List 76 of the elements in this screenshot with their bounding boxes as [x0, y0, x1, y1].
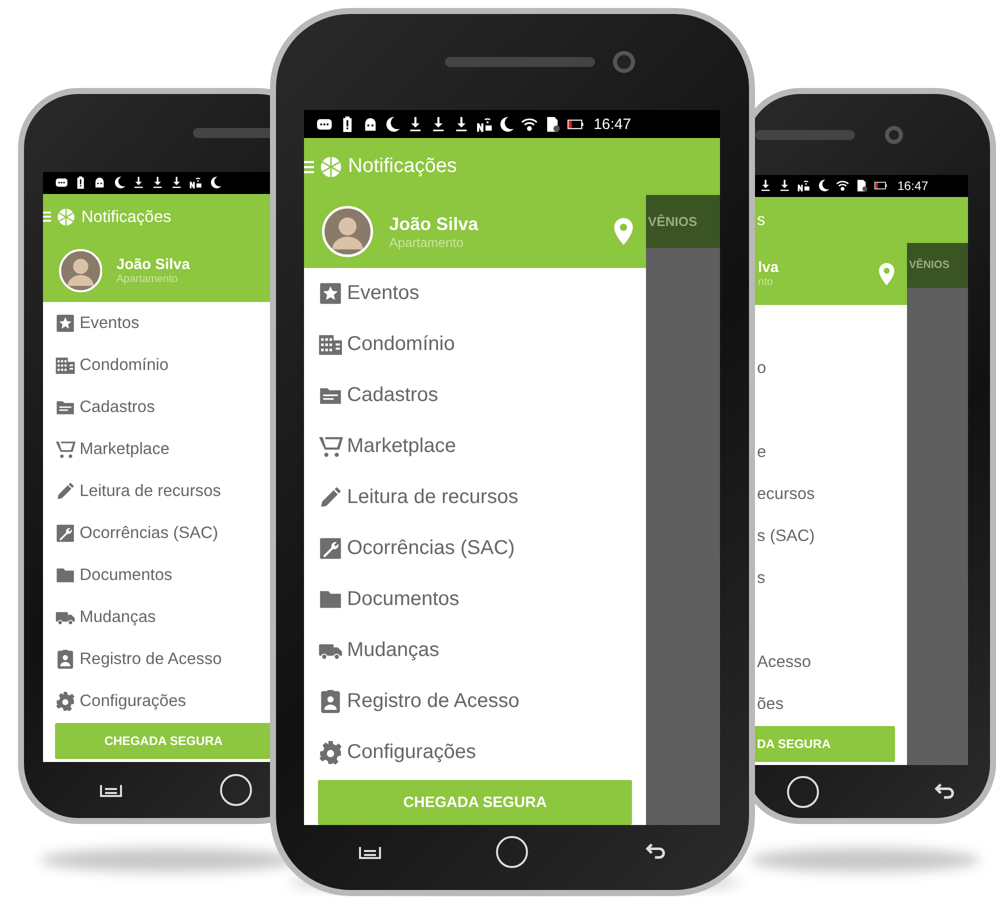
home-icon[interactable] — [785, 774, 821, 810]
menu-item[interactable]: Ocorrências (SAC) — [304, 523, 646, 574]
menu-item[interactable]: Marketplace — [43, 428, 272, 470]
user-name: lva — [758, 260, 780, 276]
id-badge-icon — [318, 689, 343, 714]
pencil-icon — [318, 485, 343, 510]
avatar-icon — [59, 249, 102, 293]
menu-item[interactable]: Configurações — [43, 680, 272, 722]
nfc-icon — [797, 179, 811, 193]
menu-item[interactable]: ecursos — [757, 484, 815, 504]
app-title: s — [757, 210, 766, 230]
menu-item[interactable]: Cadastros — [304, 370, 646, 421]
download-icon — [132, 176, 145, 190]
sd-card-icon — [854, 179, 868, 193]
menu-item[interactable]: Cadastros — [43, 386, 272, 428]
user-unit: Apartamento — [389, 234, 465, 250]
cart-icon — [55, 438, 76, 460]
building-icon — [55, 354, 76, 376]
wrench-icon — [318, 536, 343, 561]
download-icon — [150, 176, 164, 190]
menu-key-icon[interactable] — [99, 782, 123, 798]
user-unit: nto — [758, 276, 774, 288]
menu-item[interactable]: Registro de Acesso — [304, 676, 646, 727]
menu-item[interactable]: Mudanças — [304, 625, 646, 676]
nfc-icon — [476, 116, 492, 132]
camera-lens — [613, 51, 635, 73]
menu-item[interactable]: e — [757, 442, 766, 462]
home-icon[interactable] — [494, 834, 530, 870]
menu-item[interactable]: Eventos — [304, 268, 646, 319]
user-unit: Apartamento — [116, 273, 179, 285]
menu-item[interactable]: Leitura de recursos — [43, 470, 272, 512]
moon-icon — [384, 116, 402, 132]
menu-item[interactable]: Eventos — [43, 302, 272, 344]
menu-item[interactable]: Documentos — [304, 574, 646, 625]
cart-icon — [318, 434, 343, 459]
pencil-icon — [55, 480, 76, 502]
menu-item[interactable]: Acesso — [757, 652, 812, 672]
menu-item[interactable]: o — [757, 358, 766, 378]
user-name: João Silva — [116, 257, 191, 273]
wifi-icon — [836, 179, 849, 193]
building-icon — [318, 332, 343, 357]
status-time: 16:47 — [897, 179, 928, 193]
download-icon — [778, 179, 792, 193]
wifi-icon — [521, 116, 538, 132]
moon-icon — [816, 179, 830, 193]
avatar-icon — [322, 206, 374, 258]
menu-item[interactable]: Registro de Acesso — [43, 638, 272, 680]
gear-icon — [318, 740, 343, 765]
menu-item[interactable]: s (SAC) — [757, 526, 815, 546]
menu-item[interactable]: Documentos — [43, 554, 272, 596]
menu-item[interactable]: Condomínio — [304, 319, 646, 370]
app-title: Notificações — [348, 155, 457, 178]
moon-icon — [112, 176, 126, 190]
wrench-icon — [55, 522, 76, 544]
menu-item[interactable]: Ocorrências (SAC) — [43, 512, 272, 554]
id-badge-icon — [55, 648, 76, 670]
menu-item[interactable]: Mudanças — [43, 596, 272, 638]
menu-item[interactable]: Configurações — [304, 727, 646, 778]
logo-icon — [320, 156, 342, 178]
menu-item[interactable]: Marketplace — [304, 421, 646, 472]
user-name: João Silva — [389, 214, 480, 234]
home-icon[interactable] — [218, 772, 254, 808]
download-icon — [759, 179, 772, 193]
gear-icon — [55, 690, 76, 712]
menu-item[interactable]: Leitura de recursos — [304, 472, 646, 523]
logo-icon — [57, 208, 76, 226]
app-title: Notificações — [81, 208, 172, 226]
menu-item[interactable]: s — [757, 568, 766, 588]
menu-item[interactable]: ões — [757, 694, 784, 714]
moon-icon — [208, 176, 222, 190]
status-time: 16:47 — [594, 116, 632, 132]
download-icon — [170, 176, 184, 190]
nfc-icon — [189, 176, 202, 190]
moon-icon — [498, 116, 516, 132]
camera-lens — [885, 126, 903, 144]
menu-item[interactable]: Condomínio — [43, 344, 272, 386]
